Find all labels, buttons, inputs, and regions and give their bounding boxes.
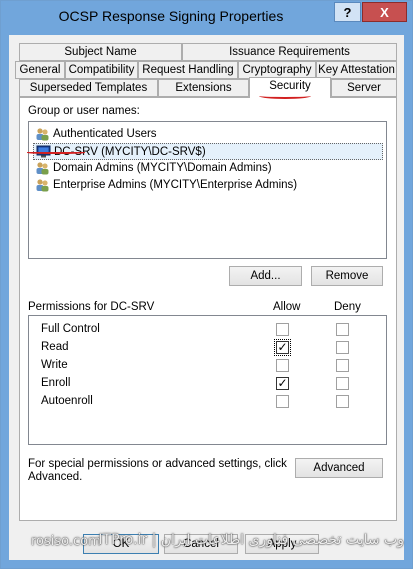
users-icon xyxy=(36,179,49,192)
users-icon xyxy=(36,128,49,141)
tab-general[interactable]: General xyxy=(15,61,65,79)
tab-issuance-requirements[interactable]: Issuance Requirements xyxy=(182,43,397,61)
advanced-button[interactable]: Advanced xyxy=(295,458,383,478)
user-name-label: Authenticated Users xyxy=(53,128,157,140)
window-border-left xyxy=(1,1,9,568)
list-item-domain-admins[interactable]: Domain Admins (MYCITY\Domain Admins) xyxy=(33,160,383,177)
permissions-for-label: Permissions for DC-SRV xyxy=(28,301,155,313)
window-title: OCSP Response Signing Properties xyxy=(58,8,284,24)
permission-row-full-control: Full Control xyxy=(29,321,386,339)
help-button[interactable]: ? xyxy=(334,2,361,22)
allow-checkbox[interactable]: ✓ xyxy=(276,377,289,390)
remove-button[interactable]: Remove xyxy=(311,266,383,286)
tab-subject-name[interactable]: Subject Name xyxy=(19,43,182,61)
apply-button[interactable]: Apply xyxy=(245,534,319,554)
group-or-user-names-label: Group or user names: xyxy=(28,105,140,117)
tab-extensions[interactable]: Extensions xyxy=(158,79,249,97)
user-name-label: Enterprise Admins (MYCITY\Enterprise Adm… xyxy=(53,179,298,191)
deny-checkbox[interactable] xyxy=(336,395,349,408)
allow-checkbox[interactable] xyxy=(276,323,289,336)
red-annotation-underline xyxy=(259,93,311,99)
allow-checkbox[interactable]: ✓ xyxy=(274,339,291,356)
permission-name: Read xyxy=(41,341,69,353)
user-name-label: Domain Admins (MYCITY\Domain Admins) xyxy=(53,162,272,174)
deny-checkbox[interactable] xyxy=(336,359,349,372)
allow-checkbox[interactable] xyxy=(276,359,289,372)
special-permissions-text-line-2: Advanced. xyxy=(28,471,83,483)
permission-row-autoenroll: Autoenroll xyxy=(29,393,386,411)
cancel-button[interactable]: Cancel xyxy=(164,534,238,554)
permission-name: Enroll xyxy=(41,377,71,389)
special-permissions-text: For special permissions or advanced sett… xyxy=(28,458,287,470)
permissions-list: Full Control Read ✓ Write Enroll ✓ Autoe… xyxy=(28,315,387,445)
allow-column-header: Allow xyxy=(273,301,301,313)
group-or-user-names-list[interactable]: Authenticated Users DC-SRV (MYCITY\DC-SR… xyxy=(28,121,387,259)
tab-server[interactable]: Server xyxy=(331,79,397,97)
allow-checkbox[interactable] xyxy=(276,395,289,408)
properties-dialog: OCSP Response Signing Properties ? X Sub… xyxy=(0,0,413,569)
tab-request-handling[interactable]: Request Handling xyxy=(138,61,238,79)
add-button[interactable]: Add... xyxy=(229,266,302,286)
deny-checkbox[interactable] xyxy=(336,323,349,336)
permission-name: Full Control xyxy=(41,323,100,335)
window-border-bottom xyxy=(1,560,412,568)
permission-row-enroll: Enroll ✓ xyxy=(29,375,386,393)
users-icon xyxy=(36,162,49,175)
red-annotation-underline xyxy=(27,151,85,154)
permission-row-write: Write xyxy=(29,357,386,375)
close-button[interactable]: X xyxy=(362,2,407,22)
tab-superseded-templates[interactable]: Superseded Templates xyxy=(19,79,158,97)
permission-name: Autoenroll xyxy=(41,395,93,407)
deny-checkbox[interactable] xyxy=(336,377,349,390)
window-border-right xyxy=(404,1,412,568)
list-item-dc-srv[interactable]: DC-SRV (MYCITY\DC-SRV$) xyxy=(33,143,383,160)
permission-name: Write xyxy=(41,359,68,371)
list-item-authenticated-users[interactable]: Authenticated Users xyxy=(33,126,383,143)
deny-column-header: Deny xyxy=(334,301,361,313)
list-item-enterprise-admins[interactable]: Enterprise Admins (MYCITY\Enterprise Adm… xyxy=(33,177,383,194)
permission-row-read: Read ✓ xyxy=(29,339,386,357)
deny-checkbox[interactable] xyxy=(336,341,349,354)
tab-compatibility[interactable]: Compatibility xyxy=(65,61,138,79)
ok-button[interactable]: OK xyxy=(83,534,159,554)
